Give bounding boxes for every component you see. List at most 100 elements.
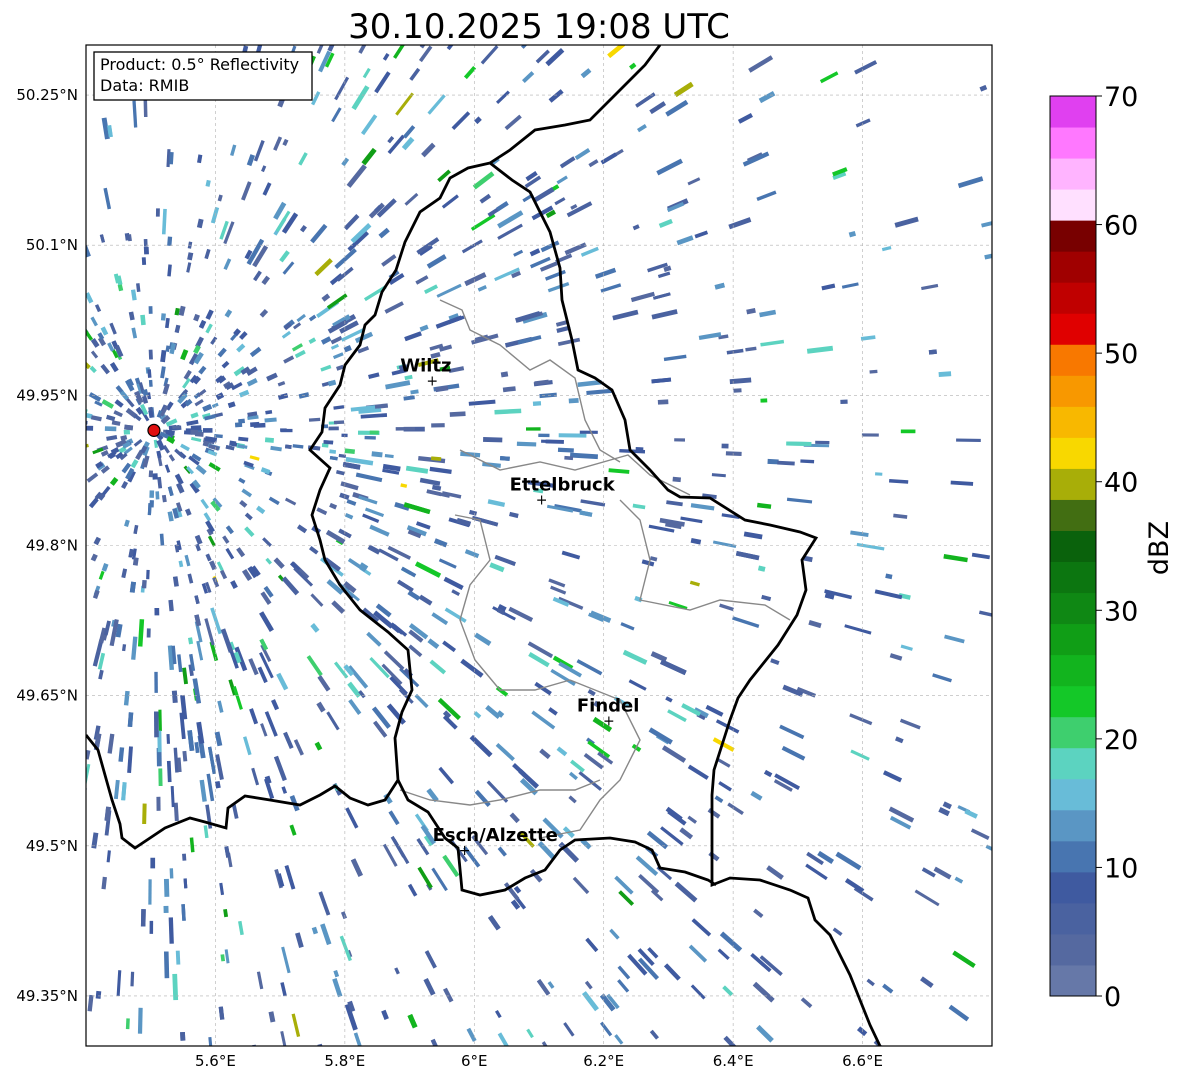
x-tick-label: 5.8°E [324, 1052, 365, 1070]
colorbar-segment [1050, 623, 1096, 656]
colorbar-tick-label: 50 [1104, 339, 1138, 370]
echo-gate [71, 705, 76, 713]
colorbar-segment [1050, 530, 1096, 563]
echo-gate [993, 659, 1005, 665]
echo-gate [288, 1051, 296, 1076]
y-tick-label: 49.65°N [16, 687, 78, 705]
echo-gate [538, 433, 550, 438]
echo-gate [568, 397, 579, 404]
city-label: Wiltz [400, 355, 451, 376]
echo-gate [63, 455, 70, 462]
colorbar-segment [1050, 220, 1096, 252]
echo-gate [68, 154, 77, 175]
echo-gate [64, 260, 72, 270]
echo-gate [558, 433, 587, 438]
echo-gate [155, 208, 160, 217]
echo-gate [148, 349, 153, 360]
echo-gate [246, 25, 252, 35]
colorbar-segment [1050, 468, 1096, 500]
echo-gate [149, 490, 155, 498]
echo-gate [786, 441, 812, 446]
echo-gate [657, 399, 669, 405]
echo-gate [148, 379, 153, 387]
radar-site-marker [147, 423, 161, 437]
info-product: Product: 0.5° Reflectivity [100, 55, 299, 74]
echo-gate [875, 472, 883, 476]
radar-map-figure: 30.10.2025 19:08 UTC +Wiltz+Ettelbruck+F… [16, 7, 1175, 1076]
echo-gate [74, 461, 81, 467]
echo-gate [163, 878, 170, 897]
echo-gate [71, 705, 76, 713]
echo-gate [125, 1018, 130, 1030]
city-label: Esch/Alzette [433, 825, 558, 846]
echo-gate [74, 457, 84, 465]
colorbar-segment [1050, 437, 1096, 469]
echo-gate [65, 361, 75, 370]
echo-gate [516, 441, 537, 447]
echo-gate [323, 440, 334, 445]
colorbar-segment [1050, 654, 1096, 687]
city-label: Findel [577, 696, 640, 717]
echo-gate [169, 151, 174, 165]
echo-gate [149, 920, 154, 934]
colorbar-segment [1050, 902, 1096, 935]
colorbar-segment [1050, 840, 1096, 873]
colorbar-segment [1050, 313, 1096, 345]
echo-gate [328, 426, 339, 431]
echo-gate [122, 21, 127, 42]
x-axis-ticks: 5.6°E 5.8°E 6°E 6.2°E 6.4°E 6.6°E [195, 1052, 883, 1070]
echo-gate [150, 857, 156, 869]
colorbar-segment [1050, 127, 1096, 159]
echo-gate [69, 29, 74, 37]
colorbar-tick-label: 60 [1104, 211, 1138, 242]
echo-gate [67, 429, 78, 433]
colorbar-segment [1050, 189, 1096, 221]
echo-gate [395, 427, 415, 431]
echo-gate [168, 917, 174, 944]
echo-gate [140, 314, 146, 326]
echo-gate [252, 1044, 260, 1046]
echo-gate [147, 503, 152, 516]
echo-gate [148, 879, 152, 905]
echo-gate [67, 69, 74, 86]
echo-gate [146, 628, 151, 638]
x-tick-label: 6.6°E [842, 1052, 883, 1070]
echo-gate [329, 449, 337, 454]
echo-gate [525, 427, 541, 431]
y-tick-label: 50.1°N [26, 236, 78, 254]
echo-gate [431, 423, 445, 428]
echo-gate [167, 236, 173, 246]
colorbar-segment [1050, 282, 1096, 314]
echo-gate [814, 1047, 829, 1061]
echo-gate [68, 154, 77, 175]
echo-gate [175, 950, 181, 965]
echo-gate [1007, 639, 1015, 644]
echo-gate [163, 905, 169, 913]
colorbar-segment [1050, 561, 1096, 594]
colorbar-tick-label: 30 [1104, 596, 1138, 627]
echo-gate [102, 22, 108, 31]
colorbar-tick-label: 20 [1104, 725, 1138, 756]
echo-gate [570, 1055, 583, 1071]
echo-gate [190, 429, 199, 435]
colorbar-segment [1050, 592, 1096, 625]
echo-gate [154, 671, 158, 693]
echo-gate [66, 772, 75, 800]
y-tick-label: 49.5°N [26, 837, 78, 855]
info-source: Data: RMIB [100, 76, 189, 95]
echo-gate [815, 440, 830, 445]
echo-gate [63, 769, 74, 796]
echo-gate [284, 444, 292, 449]
colorbar-segments [1050, 96, 1096, 997]
colorbar-segment [1050, 96, 1096, 128]
echo-gate [152, 473, 158, 480]
echo-gate [557, 447, 574, 453]
echo-gate [74, 666, 83, 686]
colorbar-tick-label: 70 [1104, 82, 1138, 113]
echo-gate [74, 662, 85, 688]
y-tick-label: 50.25°N [16, 86, 78, 104]
echo-gate [143, 239, 148, 247]
echo-gate [75, 214, 85, 233]
colorbar-segment [1050, 716, 1096, 749]
echo-gate [154, 607, 160, 616]
